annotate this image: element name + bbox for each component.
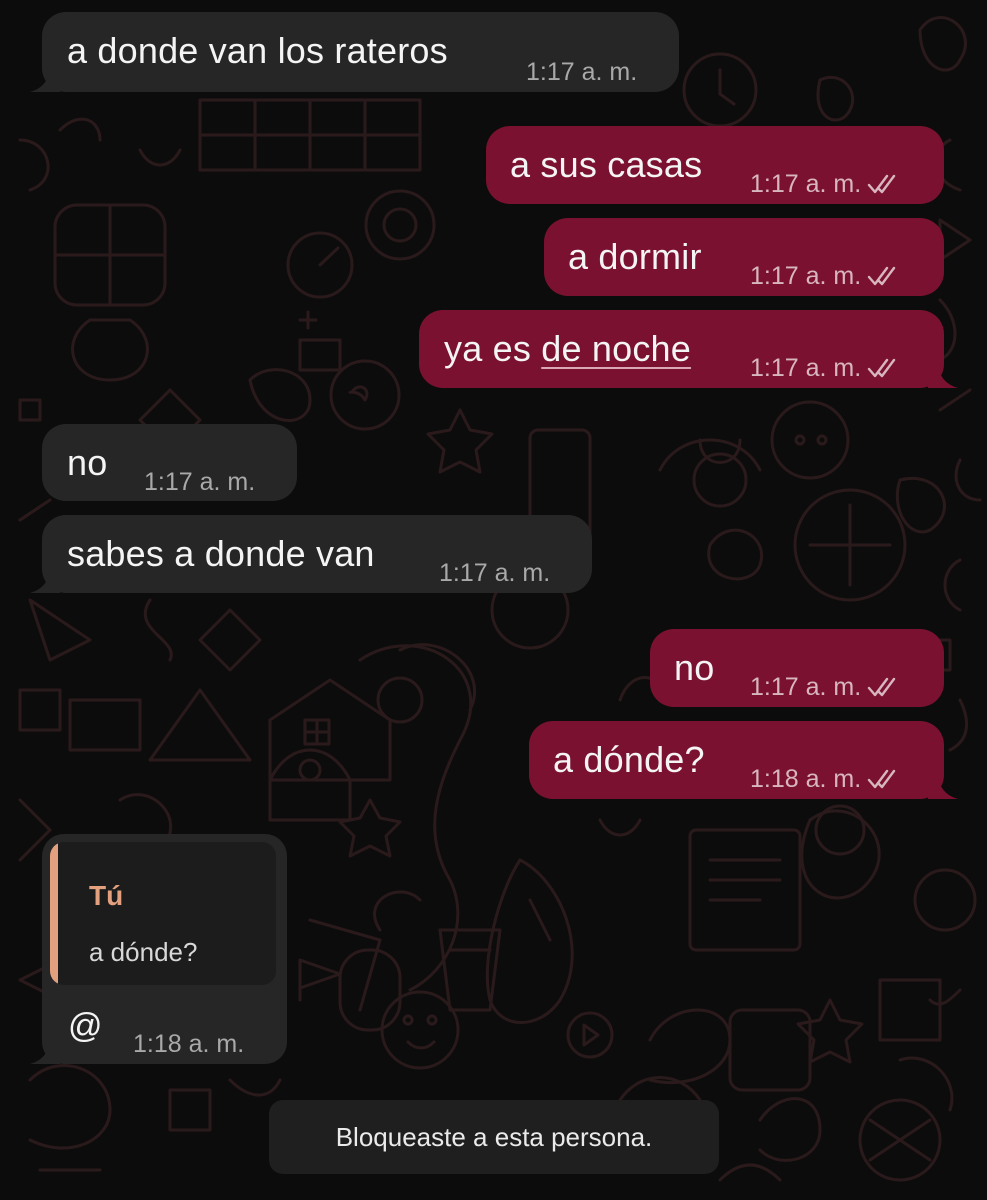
message-text: a dónde? (553, 739, 705, 780)
quote-accent-bar (50, 842, 58, 985)
bubble-tail (30, 66, 60, 92)
message-text: a dormir (568, 236, 702, 277)
message-text: no (674, 647, 715, 688)
quoted-text: a dónde? (89, 937, 198, 967)
message-bubble-outgoing[interactable]: a dormir 1:17 a. m. (544, 218, 944, 296)
blocked-contact-text: Bloqueaste a esta persona. (335, 1121, 653, 1152)
message-timestamp: 1:18 a. m. (133, 1030, 245, 1058)
message-timestamp: 1:17 a. m. (750, 667, 901, 707)
message-link[interactable]: de noche (541, 328, 691, 369)
bubble-tail (928, 773, 958, 799)
message-text: a donde van los rateros (67, 30, 448, 71)
message-timestamp: 1:17 a. m. (144, 468, 256, 496)
message-bubble-outgoing[interactable]: a sus casas 1:17 a. m. (486, 126, 944, 204)
message-timestamp: 1:18 a. m. (750, 759, 901, 799)
message-timestamp: 1:17 a. m. (526, 58, 638, 86)
double-check-icon (867, 266, 896, 286)
chat-view[interactable]: a donde van los rateros 1:17 a. m. a sus… (0, 0, 987, 1200)
message-bubble-outgoing[interactable]: ya es de noche 1:17 a. m. (419, 310, 958, 388)
message-bubble-outgoing[interactable]: no 1:17 a. m. (650, 629, 944, 707)
message-text: ya es de noche (444, 328, 691, 369)
message-text: sabes a donde van (67, 533, 375, 574)
bubble-tail (30, 1038, 60, 1064)
quoted-message[interactable]: Tú a dónde? (50, 842, 276, 985)
message-timestamp: 1:17 a. m. (750, 348, 901, 388)
message-bubble-outgoing[interactable]: a dónde? 1:18 a. m. (529, 721, 958, 799)
message-bubble-incoming[interactable]: a donde van los rateros 1:17 a. m. (30, 12, 679, 92)
message-timestamp: 1:17 a. m. (750, 256, 901, 296)
bubble-tail (30, 567, 60, 593)
bubble-tail (928, 362, 958, 388)
double-check-icon (867, 174, 896, 194)
double-check-icon (867, 769, 896, 789)
message-bubble-incoming[interactable]: no 1:17 a. m. (42, 424, 297, 501)
message-text: no (67, 442, 108, 483)
double-check-icon (867, 358, 896, 378)
quoted-author: Tú (89, 880, 124, 911)
message-bubble-incoming-reply[interactable]: Tú a dónde? @ 1:18 a. m. (30, 834, 287, 1064)
message-text: @ (68, 1007, 103, 1045)
message-text: a sus casas (510, 144, 703, 185)
message-timestamp: 1:17 a. m. (750, 164, 901, 204)
blocked-contact-notice[interactable]: Bloqueaste a esta persona. (269, 1100, 719, 1174)
message-bubble-incoming[interactable]: sabes a donde van 1:17 a. m. (30, 515, 592, 593)
double-check-icon (867, 677, 896, 697)
message-timestamp: 1:17 a. m. (439, 559, 551, 587)
